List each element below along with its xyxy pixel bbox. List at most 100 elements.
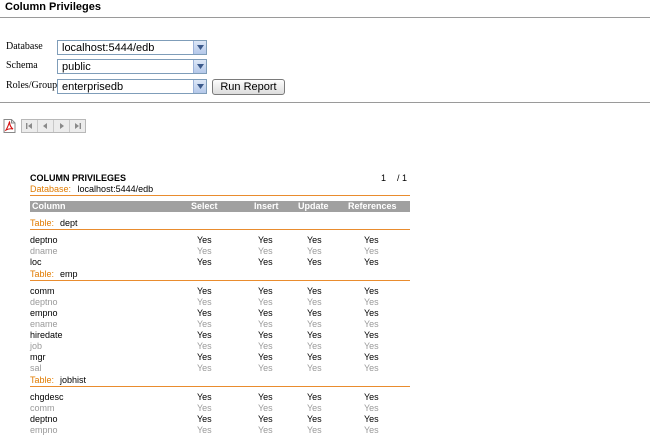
table-rule [30,280,410,281]
database-select[interactable]: localhost:5444/edb [57,40,207,55]
database-caption: Database: [30,184,72,194]
table-rule [30,229,410,230]
cell-column: hiredate [30,330,63,340]
cell-references: Yes [364,352,379,362]
cell-update: Yes [307,246,322,256]
database-label: Database [6,41,43,52]
first-page-icon[interactable] [22,120,38,132]
cell-insert: Yes [258,286,273,296]
cell-column: dname [30,246,58,256]
cell-column: comm [30,286,55,296]
prev-page-icon[interactable] [38,120,54,132]
cell-references: Yes [364,341,379,351]
cell-select: Yes [197,341,212,351]
cell-update: Yes [307,341,322,351]
cell-references: Yes [364,246,379,256]
cell-update: Yes [307,363,322,373]
cell-column: chgdesc [30,392,64,402]
table-row: job Yes Yes Yes Yes [30,341,410,352]
cell-insert: Yes [258,352,273,362]
roles-select[interactable]: enterprisedb [57,79,207,94]
cell-references: Yes [364,286,379,296]
pdf-icon[interactable] [3,119,16,138]
last-page-icon[interactable] [70,120,85,132]
cell-column: deptno [30,414,58,424]
cell-insert: Yes [258,319,273,329]
cell-select: Yes [197,392,212,402]
report-title: COLUMN PRIVILEGES [30,173,127,183]
report-database: Database: localhost:5444/edb [30,184,153,194]
column-header-bar: Column Select Insert Update References [30,201,410,212]
cell-references: Yes [364,392,379,402]
cell-column: deptno [30,235,58,245]
table-row: comm Yes Yes Yes Yes [30,286,410,297]
next-page-icon[interactable] [54,120,70,132]
table-label: Table: dept [30,218,78,228]
cell-select: Yes [197,235,212,245]
page-number: 1 [381,173,387,183]
cell-insert: Yes [258,392,273,402]
cell-insert: Yes [258,414,273,424]
table-row: ename Yes Yes Yes Yes [30,319,410,330]
cell-insert: Yes [258,403,273,413]
pagination-toolbar [21,119,86,133]
cell-insert: Yes [258,257,273,267]
header-select: Select [191,201,218,211]
table-row: empno Yes Yes Yes Yes [30,308,410,319]
cell-update: Yes [307,414,322,424]
roles-label: Roles/Groups [6,80,61,91]
chevron-down-icon[interactable] [193,80,206,93]
table-caption: Table: [30,218,55,228]
cell-insert: Yes [258,341,273,351]
cell-update: Yes [307,403,322,413]
header-column: Column [32,201,66,211]
table-label: Table: jobhist [30,375,86,385]
cell-update: Yes [307,425,322,435]
cell-references: Yes [364,403,379,413]
table-caption: Table: [30,269,55,279]
cell-references: Yes [364,257,379,267]
title-divider [0,17,650,18]
table-row: deptno Yes Yes Yes Yes [30,297,410,308]
page-total: / 1 [397,173,408,183]
cell-insert: Yes [258,363,273,373]
table-name: jobhist [60,375,87,385]
cell-references: Yes [364,330,379,340]
chevron-down-icon[interactable] [193,60,206,73]
cell-column: mgr [30,352,46,362]
cell-update: Yes [307,352,322,362]
page-title: Column Privileges [5,1,101,13]
cell-select: Yes [197,246,212,256]
report-header-rule [30,195,410,196]
cell-column: ename [30,319,58,329]
schema-select[interactable]: public [57,59,207,74]
cell-insert: Yes [258,235,273,245]
table-row: hiredate Yes Yes Yes Yes [30,330,410,341]
cell-update: Yes [307,235,322,245]
cell-select: Yes [197,286,212,296]
chevron-down-icon[interactable] [193,41,206,54]
cell-select: Yes [197,257,212,267]
table-row: sal Yes Yes Yes Yes [30,363,410,374]
cell-references: Yes [364,363,379,373]
cell-column: deptno [30,297,58,307]
cell-references: Yes [364,297,379,307]
cell-insert: Yes [258,297,273,307]
cell-select: Yes [197,330,212,340]
cell-select: Yes [197,403,212,413]
cell-column: job [30,341,43,351]
cell-update: Yes [307,257,322,267]
cell-select: Yes [197,414,212,424]
cell-column: empno [30,425,58,435]
table-row: dname Yes Yes Yes Yes [30,246,410,257]
cell-select: Yes [197,425,212,435]
table-row: empno Yes Yes Yes Yes [30,425,410,436]
cell-update: Yes [307,286,322,296]
run-report-button[interactable]: Run Report [212,79,285,95]
table-rule [30,386,410,387]
roles-select-value: enterprisedb [62,81,124,93]
cell-select: Yes [197,297,212,307]
cell-references: Yes [364,414,379,424]
cell-update: Yes [307,308,322,318]
cell-select: Yes [197,308,212,318]
